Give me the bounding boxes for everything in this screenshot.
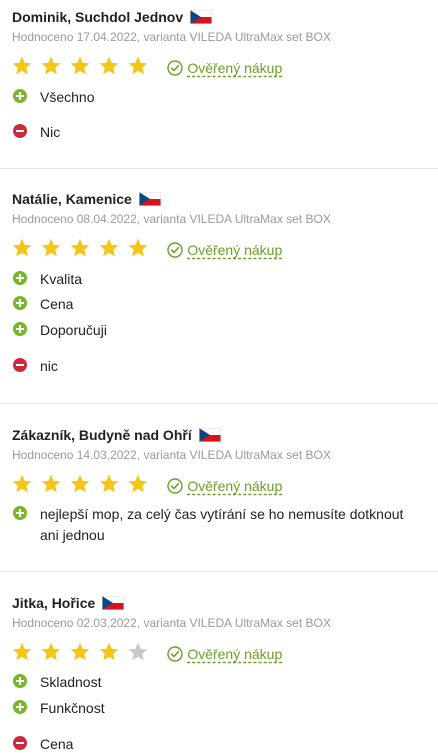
pro-text: Funkčnost	[40, 700, 105, 716]
reviewer-name: Zákazník, Budyně nad Ohří	[12, 427, 192, 443]
con-item: nic	[13, 356, 420, 377]
con-item: Nic	[13, 122, 420, 143]
verified-purchase-badge[interactable]: Ověřený nákup	[167, 646, 282, 662]
reviewer-name: Natálie, Kamenice	[12, 191, 132, 207]
review-meta: Hodnoceno 08.04.2022, varianta VILEDA Ul…	[12, 212, 331, 226]
star-icon	[70, 238, 90, 256]
plus-circle-icon	[13, 322, 27, 336]
pro-text: Kvalita	[40, 271, 83, 287]
star-icon	[99, 474, 119, 492]
plus-circle-icon	[13, 506, 27, 520]
star-icon	[41, 474, 61, 492]
review-divider	[0, 571, 438, 572]
pro-text: Všechno	[40, 89, 95, 105]
star-icon	[99, 238, 119, 256]
czech-flag-icon	[138, 192, 161, 206]
star-icon	[128, 238, 148, 256]
star-icon	[41, 238, 61, 256]
plus-circle-icon	[13, 271, 27, 285]
star-icon	[99, 642, 119, 660]
star-icon	[128, 642, 148, 660]
czech-flag-icon	[198, 428, 221, 442]
rating-row: Ověřený nákup	[12, 238, 282, 262]
star-rating	[12, 474, 152, 499]
check-circle-icon	[167, 60, 184, 76]
minus-circle-icon	[13, 358, 27, 372]
reviewer-name: Dominik, Suchdol Jednov	[12, 9, 184, 25]
star-rating	[12, 238, 152, 263]
review-meta: Hodnoceno 02.03.2022, varianta VILEDA Ul…	[12, 616, 331, 630]
review-divider	[0, 168, 438, 169]
star-icon	[70, 642, 90, 660]
star-rating	[12, 642, 152, 667]
verified-purchase-label[interactable]: Ověřený nákup	[187, 242, 282, 258]
rating-row: Ověřený nákup	[12, 56, 282, 80]
minus-circle-icon	[13, 124, 27, 138]
plus-circle-icon	[13, 296, 27, 310]
verified-purchase-label[interactable]: Ověřený nákup	[187, 646, 282, 662]
plus-circle-icon	[13, 89, 27, 103]
verified-purchase-label[interactable]: Ověřený nákup	[187, 478, 282, 494]
con-text: nic	[40, 358, 58, 374]
czech-flag-icon	[190, 10, 213, 24]
verified-purchase-badge[interactable]: Ověřený nákup	[167, 242, 282, 258]
review-meta: Hodnoceno 17.04.2022, varianta VILEDA Ul…	[12, 30, 331, 44]
star-icon	[12, 56, 32, 74]
pro-item: nejlepší mop, za celý čas vytírání se ho…	[13, 504, 420, 546]
plus-circle-icon	[13, 700, 27, 714]
check-circle-icon	[167, 478, 184, 494]
star-icon	[41, 642, 61, 660]
star-icon	[128, 56, 148, 74]
verified-purchase-label[interactable]: Ověřený nákup	[187, 60, 282, 76]
plus-circle-icon	[13, 674, 27, 688]
pro-item: Funkčnost	[13, 698, 420, 719]
star-icon	[12, 474, 32, 492]
reviewer-row: Zákazník, Budyně nad Ohří	[12, 426, 221, 444]
con-item: Cena	[13, 734, 420, 755]
verified-purchase-badge[interactable]: Ověřený nákup	[167, 478, 282, 494]
star-icon	[99, 56, 119, 74]
rating-row: Ověřený nákup	[12, 642, 282, 666]
pro-item: Skladnost	[13, 672, 420, 693]
star-icon	[128, 474, 148, 492]
star-icon	[12, 642, 32, 660]
rating-row: Ověřený nákup	[12, 474, 282, 498]
star-icon	[41, 56, 61, 74]
verified-purchase-badge[interactable]: Ověřený nákup	[167, 60, 282, 76]
reviews-list: Dominik, Suchdol Jednov Hodnoceno 17.04.…	[0, 0, 438, 754]
czech-flag-icon	[102, 596, 125, 610]
pro-item: Kvalita	[13, 269, 420, 290]
con-text: Nic	[40, 124, 61, 140]
minus-circle-icon	[13, 736, 27, 750]
con-text: Cena	[40, 736, 74, 752]
review-meta: Hodnoceno 14.03.2022, varianta VILEDA Ul…	[12, 448, 331, 462]
pro-item: Všechno	[13, 87, 420, 108]
pro-item: Doporučuji	[13, 320, 420, 341]
pro-text: Doporučuji	[40, 322, 107, 338]
review-divider	[0, 403, 438, 404]
star-icon	[12, 238, 32, 256]
reviewer-row: Dominik, Suchdol Jednov	[12, 8, 213, 26]
pro-item: Cena	[13, 294, 420, 315]
reviewer-name: Jitka, Hořice	[12, 595, 96, 611]
star-rating	[12, 56, 152, 81]
pro-text: Skladnost	[40, 674, 102, 690]
star-icon	[70, 56, 90, 74]
pro-text: nejlepší mop, za celý čas vytírání se ho…	[40, 506, 404, 543]
reviewer-row: Natálie, Kamenice	[12, 190, 161, 208]
check-circle-icon	[167, 242, 184, 258]
star-icon	[70, 474, 90, 492]
check-circle-icon	[167, 646, 184, 662]
pro-text: Cena	[40, 296, 74, 312]
reviewer-row: Jitka, Hořice	[12, 594, 125, 612]
